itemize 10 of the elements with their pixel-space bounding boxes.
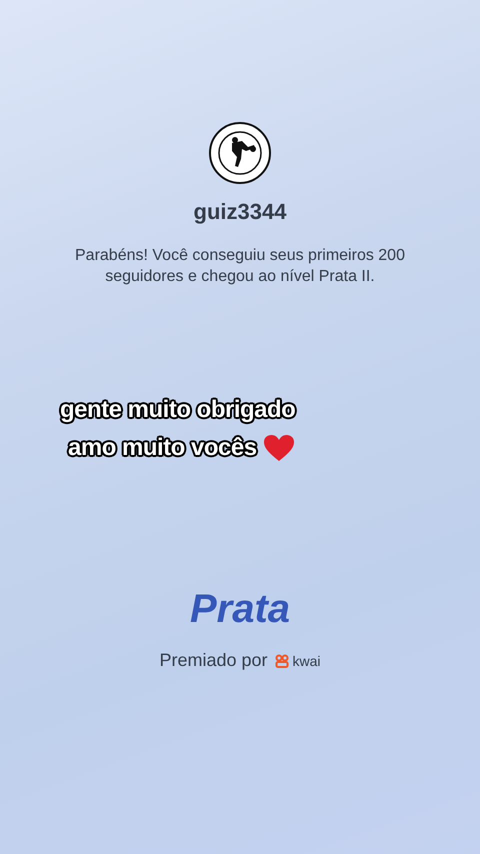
heart-icon [262,434,295,462]
kwai-logo-icon [274,654,289,668]
caption-text: gente muito obrigado [60,396,296,424]
level-title: Prata [190,587,290,632]
brand-name: kwai [292,652,321,668]
username: guiz3344 [194,199,286,225]
avatar-logo [208,121,272,185]
caption-text: amo muito vocês [68,434,257,462]
achievement-message: Parabéns! Você conseguiu seus primeiros 200 seguidores e chegou ao nível Prata II. [74,246,406,287]
awarded-by-label: Premiado por [159,650,268,671]
